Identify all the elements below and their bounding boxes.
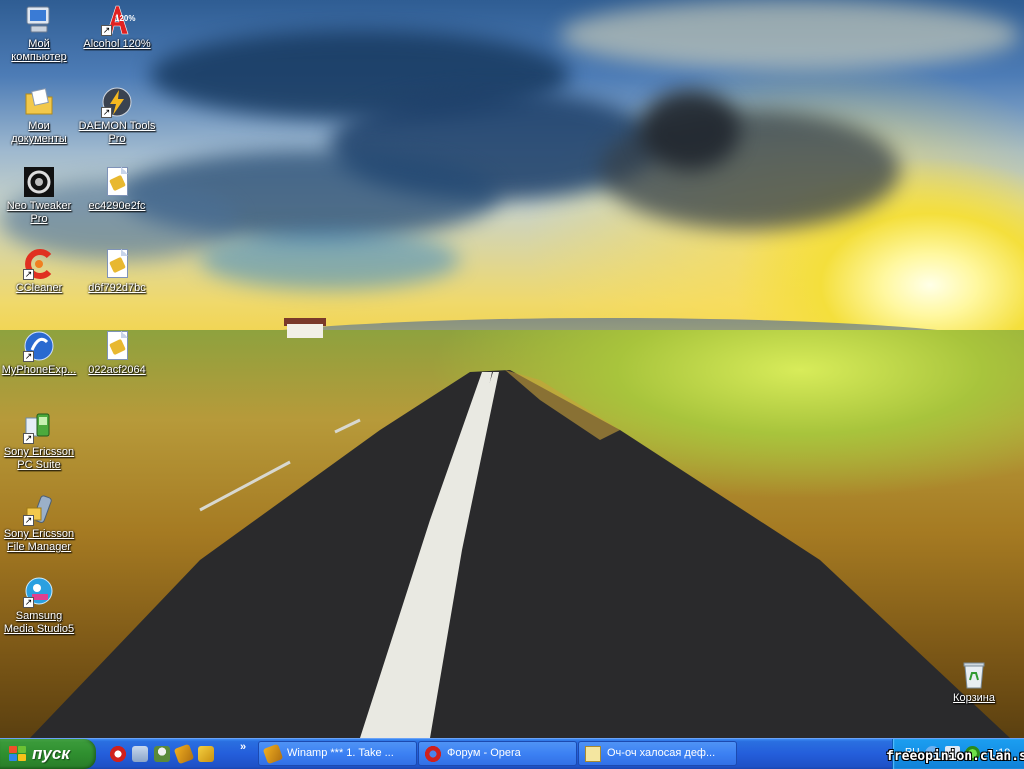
desktop-icon-file-d6f792d7bc[interactable]: d6f792d7bc (78, 248, 156, 295)
desktop-icon-file-manager[interactable]: ↗ Sony Ericsson File Manager (0, 494, 78, 554)
alcohol-120-icon: 120% ↗ (101, 4, 135, 36)
messenger-icon[interactable] (154, 746, 170, 762)
desktop-icon-ccleaner[interactable]: ↗ CCleaner (0, 248, 78, 295)
task-winamp[interactable]: Winamp *** 1. Take ... (258, 741, 417, 766)
ccleaner-icon: ↗ (23, 248, 55, 280)
mail-icon (585, 746, 601, 762)
samsung-media-studio-icon: ↗ (23, 576, 55, 608)
my-documents-icon (23, 86, 55, 118)
shortcut-arrow-icon: ↗ (23, 433, 34, 444)
desktop-icon-my-computer[interactable]: Мой компьютер (0, 4, 78, 64)
myphoneexplorer-icon: ↗ (23, 330, 55, 362)
desktop-icon-my-documents[interactable]: Мои документы (0, 86, 78, 146)
winamp-icon[interactable] (173, 743, 195, 765)
neo-tweaker-icon (23, 166, 55, 198)
windows-flag-icon (9, 746, 27, 762)
daemon-icon[interactable] (198, 746, 214, 762)
desktop-icon-file-ec4290e2fc[interactable]: ec4290e2fc (78, 166, 156, 213)
file-icon (101, 248, 133, 280)
file-icon (101, 330, 133, 362)
shortcut-arrow-icon: ↗ (23, 351, 34, 362)
file-manager-icon: ↗ (23, 494, 55, 526)
recycle-bin-icon (958, 658, 990, 690)
winamp-icon (262, 743, 284, 765)
opera-icon (425, 746, 441, 762)
task-mail[interactable]: Оч-оч халосая деф... (578, 741, 737, 766)
quick-launch-more[interactable]: » (240, 741, 246, 753)
start-button[interactable]: пуск (0, 739, 96, 769)
desktop-icon-file-022acf2064[interactable]: 022acf2064 (78, 330, 156, 377)
opera-icon[interactable] (110, 746, 126, 762)
file-icon (101, 166, 133, 198)
desktop-icon-neo-tweaker[interactable]: Neo Tweaker Pro (0, 166, 78, 226)
watermark: freeopinion.clan.su (886, 749, 1024, 764)
desktop-icon-alcohol-120[interactable]: 120% ↗ Alcohol 120% (78, 4, 156, 51)
task-opera[interactable]: Форум - Opera (418, 741, 577, 766)
desktop-icon-pc-suite[interactable]: ↗ Sony Ericsson PC Suite (0, 412, 78, 472)
desktop-icon-myphoneexplorer[interactable]: ↗ MyPhoneExp... (0, 330, 78, 377)
daemon-tools-icon: ↗ (101, 86, 133, 118)
shortcut-arrow-icon: ↗ (23, 269, 34, 280)
shortcut-arrow-icon: ↗ (101, 107, 112, 118)
desktop-icon-recycle-bin[interactable]: Корзина (935, 658, 1013, 705)
pc-suite-icon: ↗ (23, 412, 55, 444)
show-desktop-icon[interactable] (132, 746, 148, 762)
shortcut-arrow-icon: ↗ (23, 515, 34, 526)
desktop-icon-samsung-media-studio[interactable]: ↗ Samsung Media Studio5 (0, 576, 78, 636)
my-computer-icon (23, 4, 55, 36)
shortcut-arrow-icon: ↗ (23, 597, 34, 608)
shortcut-arrow-icon: ↗ (101, 25, 112, 36)
taskbar: пуск » Winamp *** 1. Take ... Форум - Op… (0, 738, 1024, 769)
desktop-icon-daemon-tools[interactable]: ↗ DAEMON Tools Pro (78, 86, 156, 146)
